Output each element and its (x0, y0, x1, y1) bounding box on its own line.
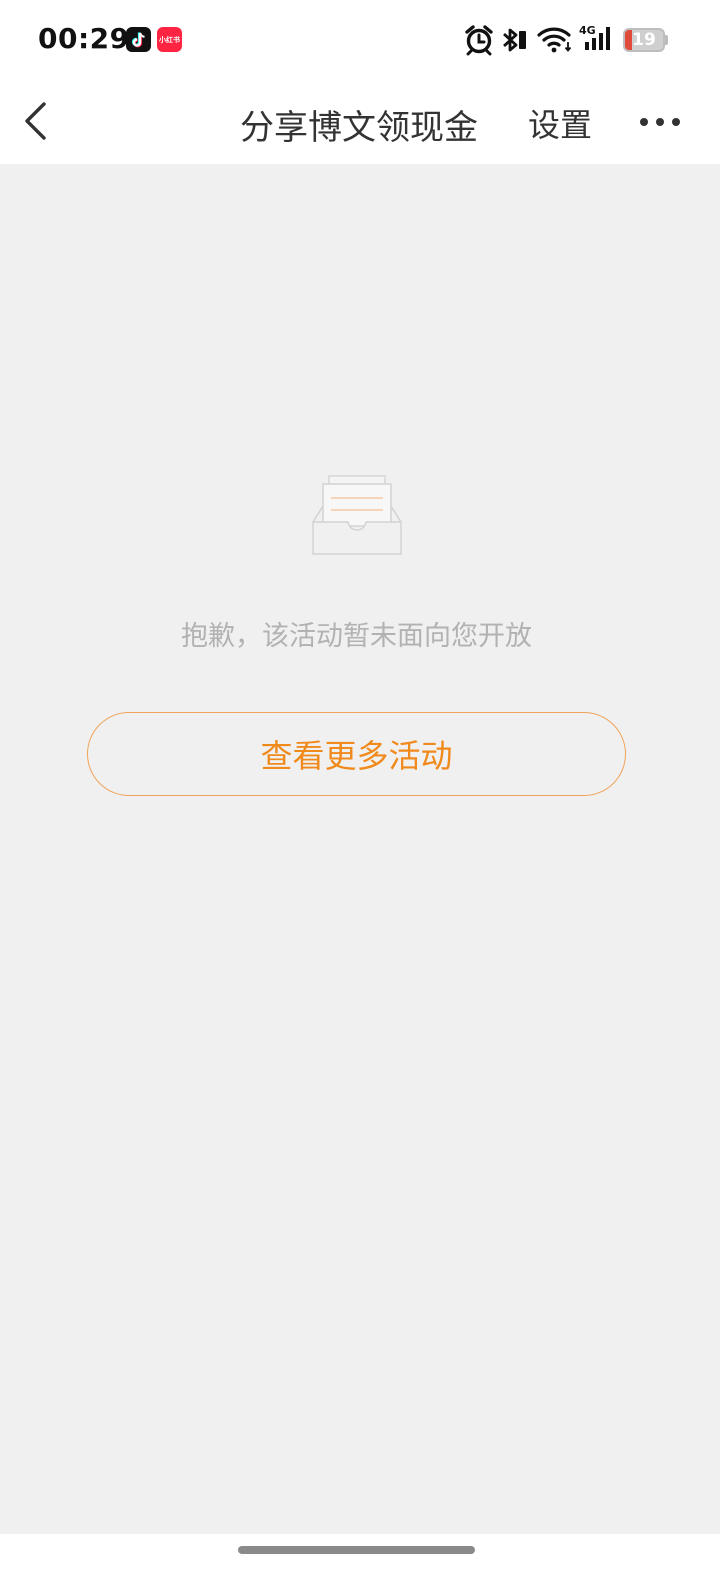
xiaohongshu-icon: 小红书 (157, 27, 182, 52)
status-time: 00:29 (38, 22, 130, 55)
bluetooth-icon (503, 28, 526, 52)
empty-message: 抱歉，该活动暂未面向您开放 (181, 621, 532, 652)
status-bar: 00:29 小红书 4G 19 (0, 0, 720, 80)
wifi-icon (537, 27, 572, 53)
signal-4g-icon: 4G (579, 24, 615, 54)
alarm-icon (465, 25, 493, 56)
view-more-activities-button[interactable]: 查看更多活动 (87, 712, 626, 796)
xiaohongshu-label: 小红书 (159, 35, 180, 44)
battery-icon: 19 (623, 28, 665, 52)
battery-level: 19 (632, 30, 656, 50)
nav-bar: 分享博文领现金 设置 (0, 80, 720, 164)
bottom-gesture-area (0, 1534, 720, 1584)
empty-inbox-icon (312, 475, 402, 555)
settings-button[interactable]: 设置 (528, 100, 592, 146)
screen: 00:29 小红书 4G 19 分享博文领现金 设置 抱歉，该活动暂未面向您开放… (0, 0, 720, 1584)
more-dots-icon (640, 118, 680, 126)
back-button[interactable] (14, 96, 64, 146)
tiktok-icon (126, 27, 151, 52)
battery-tip (665, 35, 668, 45)
home-indicator[interactable] (238, 1546, 475, 1554)
chevron-left-icon (25, 102, 46, 140)
page-title: 分享博文领现金 (240, 108, 478, 148)
more-button[interactable] (632, 106, 692, 138)
